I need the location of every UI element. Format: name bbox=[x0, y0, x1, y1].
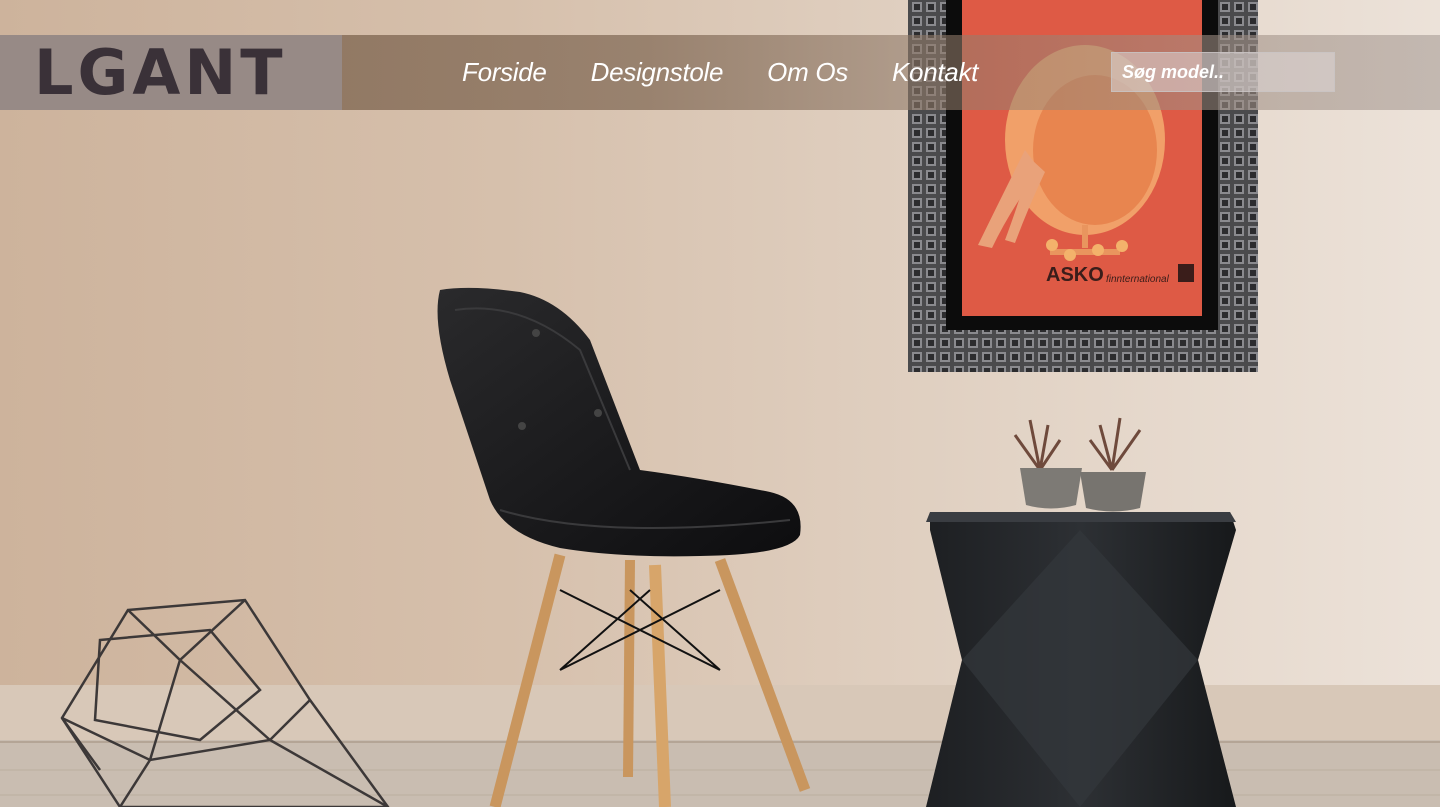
nav-link-forside[interactable]: Forside bbox=[462, 57, 547, 88]
hero-illustration: ASKO finnternational bbox=[0, 0, 1440, 807]
logo: LGANT bbox=[34, 36, 287, 109]
nav-link-kontakt[interactable]: Kontakt bbox=[892, 57, 978, 88]
top-navbar: LGANT Forside Designstole Om Os Kontakt bbox=[0, 35, 1440, 110]
main-nav: Forside Designstole Om Os Kontakt bbox=[462, 35, 1022, 110]
hero-image: ASKO finnternational bbox=[0, 0, 1440, 807]
poster-brand-suffix: finnternational bbox=[1106, 274, 1170, 285]
plants bbox=[1013, 417, 1146, 512]
nav-link-designstole[interactable]: Designstole bbox=[591, 57, 724, 88]
skirting-board bbox=[0, 685, 1440, 743]
logo-container[interactable]: LGANT bbox=[0, 35, 342, 110]
poster-brand-text: ASKO bbox=[1046, 264, 1104, 286]
nav-link-om-os[interactable]: Om Os bbox=[767, 57, 848, 88]
side-table bbox=[926, 512, 1236, 807]
search-input[interactable] bbox=[1111, 52, 1335, 92]
